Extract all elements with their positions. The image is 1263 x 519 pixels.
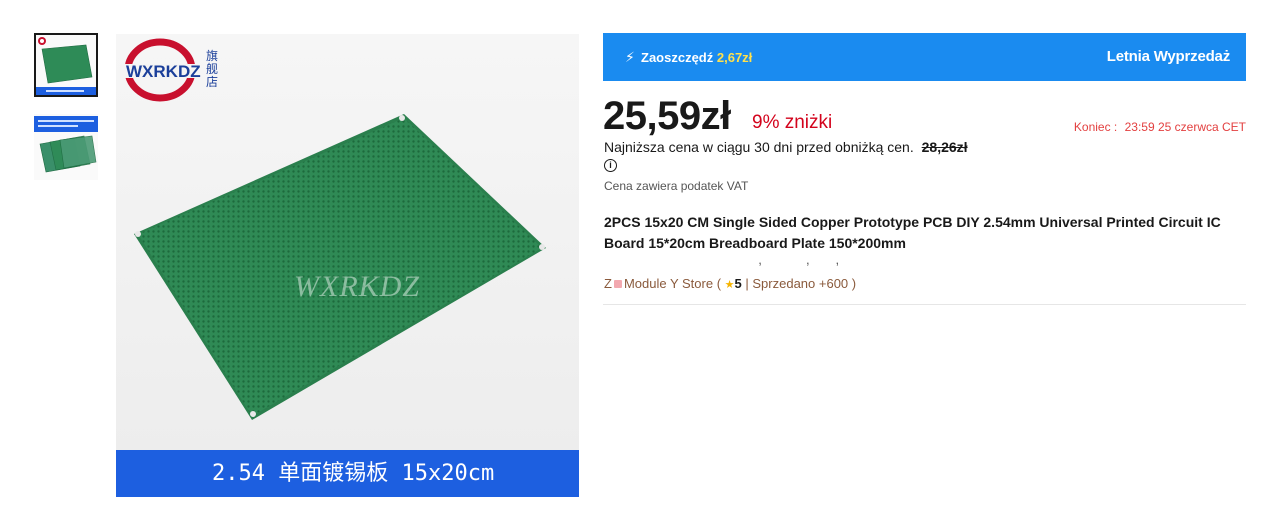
image-caption-bar: 2.54 单面镀锡板 15x20cm [116,450,579,497]
thumbnail-2-image [34,114,98,180]
store-sold-count: | Sprzedano +600 ) [745,276,857,291]
promo-save-label: Zaoszczędź [641,50,714,65]
brand-logo-cn: 旗舰店 [206,49,219,89]
store-info[interactable]: Z Module Y Store ( ★5 | Sprzedano +600 ) [604,276,856,291]
promo-save-amount: 2,67zł [716,50,753,65]
old-price: 28,26zł [921,139,968,155]
thumbnail-1-image [36,35,96,95]
current-price: 25,59zł [603,94,731,138]
product-page: WXRKDZ 旗舰店 WXRKDZ 2.54 单面镀锡板 15x20cm ⚡ Z… [0,0,1263,519]
store-icon [613,280,622,289]
promo-event-name: Letnia Wyprzedaż [1106,48,1230,65]
star-icon: ★ [724,279,735,291]
thumbnail-2[interactable] [34,114,98,180]
lowest-price-label: Najniższa cena w ciągu 30 dni przed obni… [604,139,914,155]
product-title: 2PCS 15x20 CM Single Sided Copper Protot… [604,214,1221,251]
discount-badge: 9% zniżki [752,112,833,133]
pcb-board-image [116,34,579,497]
main-product-image[interactable]: WXRKDZ 旗舰店 WXRKDZ 2.54 单面镀锡板 15x20cm [116,34,579,497]
brand-logo: WXRKDZ 旗舰店 [120,38,228,102]
brand-logo-text: WXRKDZ [126,62,201,81]
deadline-value: 23:59 25 czerwca CET [1124,120,1246,134]
store-rating: 5 [734,276,742,291]
lightning-icon: ⚡ [625,49,635,65]
lowest-price-note: Najniższa cena w ciągu 30 dni przed obni… [604,139,968,155]
deadline-label: Koniec : [1073,120,1118,134]
promo-savings: Zaoszczędź 2,67zł [641,50,752,65]
info-icon[interactable]: i [604,159,617,172]
section-divider [603,304,1246,305]
thumbnail-1[interactable] [34,33,98,97]
store-prefix: Z [604,276,612,291]
promo-banner[interactable]: ⚡ Zaoszczędź 2,67zł Letnia Wyprzedaż [603,33,1246,81]
clipped-text-line: -- , -- -- , -- , - -- [740,262,890,266]
vat-note: Cena zawiera podatek VAT [604,179,749,193]
sale-deadline: Koniec : 23:59 25 czerwca CET [1074,120,1246,134]
store-name[interactable]: Module Y Store ( [624,276,721,291]
image-watermark: WXRKDZ [294,270,420,303]
